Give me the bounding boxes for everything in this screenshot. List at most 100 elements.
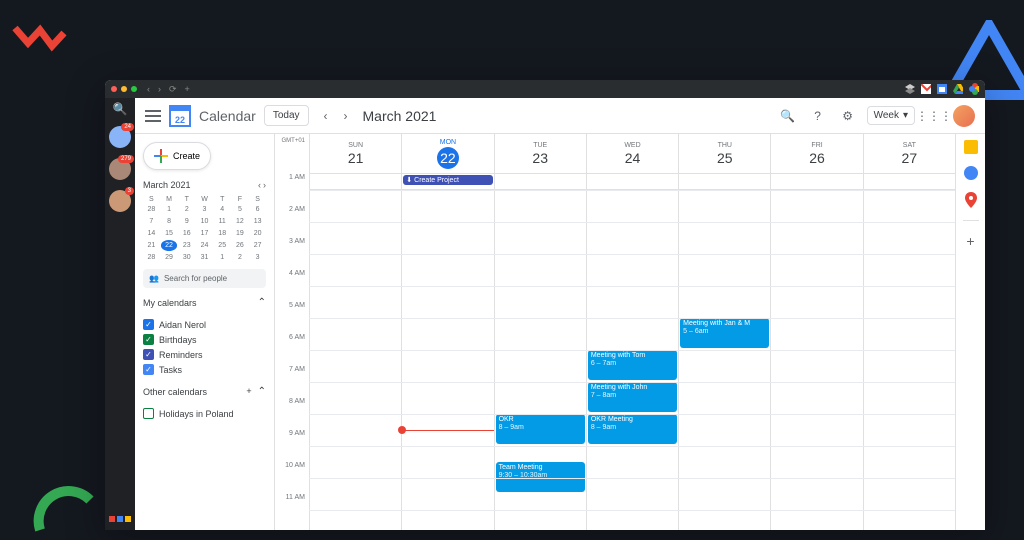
mini-day[interactable]: 16	[178, 228, 195, 239]
mini-day[interactable]: 1	[214, 252, 231, 263]
day-column[interactable]: OKR8 – 9am Team Meeting9:30 – 10:30am	[494, 190, 586, 530]
mini-day[interactable]: 22	[161, 240, 178, 251]
calendar-item[interactable]: ✓Birthdays	[143, 332, 266, 347]
mini-day[interactable]: 27	[249, 240, 266, 251]
day-column[interactable]: Meeting with Tom6 – 7amMeeting with John…	[586, 190, 678, 530]
calendar-event[interactable]: OKR8 – 9am	[496, 414, 585, 444]
minimize-window-button[interactable]	[121, 86, 127, 92]
maps-addon-icon[interactable]	[965, 192, 977, 208]
mini-next-month[interactable]: ›	[263, 180, 266, 190]
add-calendar-icon[interactable]: +	[246, 386, 251, 397]
search-people-input[interactable]: 👥 Search for people	[143, 269, 266, 288]
day-header[interactable]: MON22	[401, 134, 493, 173]
prev-week-button[interactable]: ‹	[317, 107, 335, 125]
stack-icon[interactable]	[905, 84, 915, 94]
help-icon[interactable]: ?	[807, 105, 829, 127]
mini-day[interactable]: 3	[249, 252, 266, 263]
mini-prev-month[interactable]: ‹	[258, 180, 261, 190]
day-column[interactable]	[770, 190, 862, 530]
calendar-item[interactable]: ✓Tasks	[143, 362, 266, 377]
allday-cell[interactable]	[586, 174, 678, 189]
get-addons-icon[interactable]: +	[966, 233, 974, 249]
workspace-avatar-2[interactable]: 279	[109, 158, 131, 180]
back-icon[interactable]: ‹	[147, 84, 150, 94]
drive-icon[interactable]	[953, 84, 963, 94]
mini-day[interactable]: 4	[214, 204, 231, 215]
mini-day[interactable]: 14	[143, 228, 160, 239]
mini-day[interactable]: 21	[143, 240, 160, 251]
mini-day[interactable]: 28	[143, 252, 160, 263]
close-window-button[interactable]	[111, 86, 117, 92]
calendar-checkbox[interactable]: ✓	[143, 334, 154, 345]
photos-icon[interactable]	[969, 84, 979, 94]
calendar-tab-icon[interactable]	[937, 84, 947, 94]
allday-cell[interactable]: ⬇Create Project	[401, 174, 493, 189]
mini-day[interactable]: 3	[196, 204, 213, 215]
keep-addon-icon[interactable]	[964, 140, 978, 154]
calendar-event[interactable]: OKR Meeting8 – 9am	[588, 414, 677, 444]
day-header[interactable]: WED24	[586, 134, 678, 173]
mini-day[interactable]: 11	[214, 216, 231, 227]
sidebar-search-icon[interactable]: 🔍	[113, 102, 128, 116]
workspace-avatar-1[interactable]: 24	[109, 126, 131, 148]
calendar-checkbox[interactable]	[143, 408, 154, 419]
calendar-event[interactable]: Meeting with Jan & M5 – 6am	[680, 318, 769, 348]
day-header[interactable]: FRI26	[770, 134, 862, 173]
mini-day[interactable]: 8	[161, 216, 178, 227]
mini-day[interactable]: 29	[161, 252, 178, 263]
maximize-window-button[interactable]	[131, 86, 137, 92]
mini-day[interactable]: 5	[232, 204, 249, 215]
my-calendars-header[interactable]: My calendars ⌃	[143, 294, 266, 311]
mini-day[interactable]: 13	[249, 216, 266, 227]
mini-day[interactable]: 1	[161, 204, 178, 215]
sidebar-bottom-apps[interactable]	[109, 516, 131, 522]
allday-cell[interactable]	[863, 174, 955, 189]
mini-day[interactable]: 12	[232, 216, 249, 227]
calendar-checkbox[interactable]: ✓	[143, 349, 154, 360]
calendar-event[interactable]: Meeting with Tom6 – 7am	[588, 350, 677, 380]
day-column[interactable]	[863, 190, 955, 530]
day-column[interactable]	[309, 190, 401, 530]
gmail-icon[interactable]	[921, 84, 931, 94]
new-tab-icon[interactable]: +	[185, 84, 190, 94]
next-week-button[interactable]: ›	[337, 107, 355, 125]
allday-event[interactable]: ⬇Create Project	[403, 175, 492, 185]
create-button[interactable]: Create	[143, 142, 211, 170]
day-header[interactable]: THU25	[678, 134, 770, 173]
day-header[interactable]: SUN21	[309, 134, 401, 173]
day-column[interactable]	[401, 190, 493, 530]
settings-gear-icon[interactable]: ⚙	[837, 105, 859, 127]
mini-day[interactable]: 28	[143, 204, 160, 215]
allday-cell[interactable]	[494, 174, 586, 189]
other-calendars-header[interactable]: Other calendars + ⌃	[143, 383, 266, 400]
day-column[interactable]: Meeting with Jan & M5 – 6am	[678, 190, 770, 530]
forward-icon[interactable]: ›	[158, 84, 161, 94]
apps-grid-icon[interactable]: ⋮⋮⋮	[923, 105, 945, 127]
mini-day[interactable]: 9	[178, 216, 195, 227]
calendar-checkbox[interactable]: ✓	[143, 364, 154, 375]
mini-day[interactable]: 10	[196, 216, 213, 227]
mini-day[interactable]: 30	[178, 252, 195, 263]
mini-day[interactable]: 7	[143, 216, 160, 227]
view-selector[interactable]: Week ▾	[867, 106, 915, 125]
allday-cell[interactable]	[309, 174, 401, 189]
main-menu-icon[interactable]	[145, 110, 161, 122]
day-header[interactable]: TUE23	[494, 134, 586, 173]
mini-day[interactable]: 6	[249, 204, 266, 215]
today-button[interactable]: Today	[264, 105, 309, 126]
calendar-event[interactable]: Meeting with John7 – 8am	[588, 382, 677, 412]
mini-day[interactable]: 2	[232, 252, 249, 263]
calendar-event[interactable]: Team Meeting9:30 – 10:30am	[496, 462, 585, 492]
mini-day[interactable]: 19	[232, 228, 249, 239]
mini-day[interactable]: 15	[161, 228, 178, 239]
workspace-avatar-3[interactable]: 3	[109, 190, 131, 212]
allday-cell[interactable]	[678, 174, 770, 189]
calendar-checkbox[interactable]: ✓	[143, 319, 154, 330]
mini-day[interactable]: 18	[214, 228, 231, 239]
mini-day[interactable]: 31	[196, 252, 213, 263]
mini-day[interactable]: 26	[232, 240, 249, 251]
mini-day[interactable]: 23	[178, 240, 195, 251]
day-header[interactable]: SAT27	[863, 134, 955, 173]
search-icon[interactable]: 🔍	[777, 105, 799, 127]
reload-icon[interactable]: ⟳	[169, 84, 177, 95]
